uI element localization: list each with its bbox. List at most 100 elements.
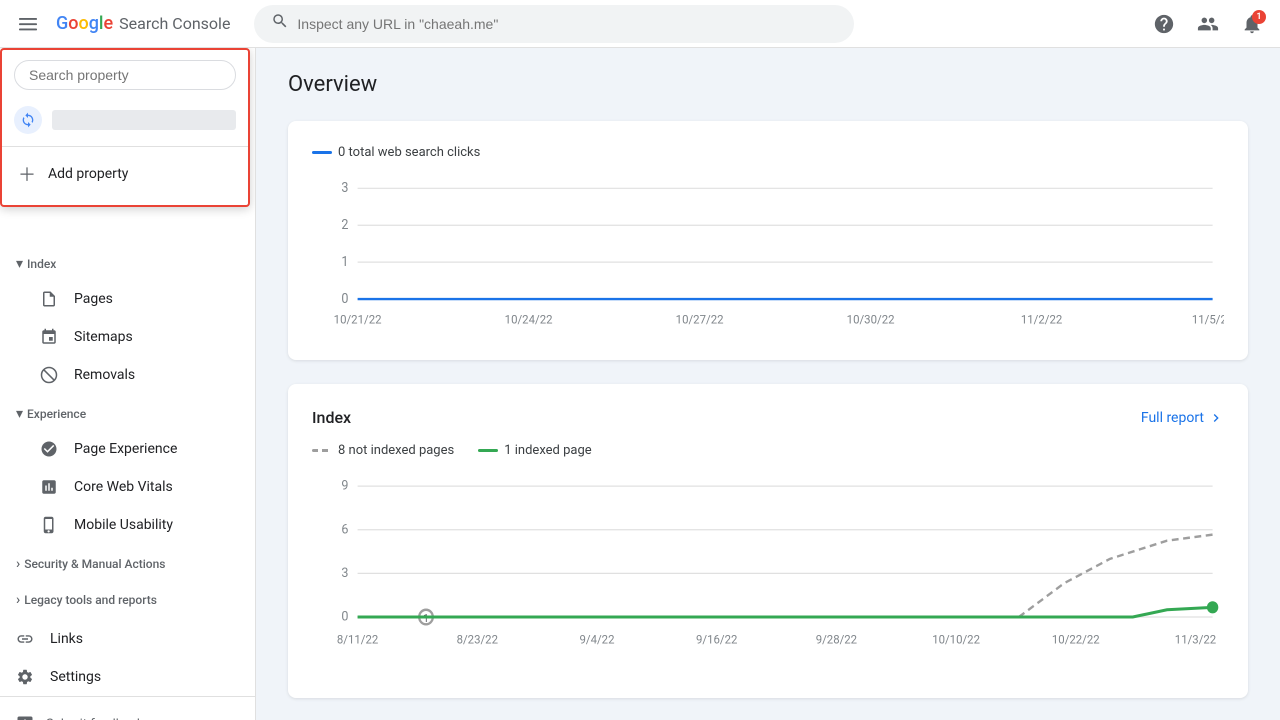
sidebar-item-core-web-vitals[interactable]: Core Web Vitals — [0, 468, 239, 506]
full-report-link[interactable]: Full report — [1141, 410, 1224, 426]
sidebar-section-experience: ▾ Experience Page Experience Core Web Vi… — [0, 398, 255, 544]
svg-text:11/3/22: 11/3/22 — [1175, 632, 1217, 646]
header-actions: 1 — [1144, 4, 1272, 44]
property-refresh-icon — [14, 106, 42, 134]
legend-item-not-indexed: 8 not indexed pages — [312, 443, 454, 458]
notifications-button[interactable]: 1 — [1232, 4, 1272, 44]
property-item-placeholder — [52, 110, 236, 130]
svg-text:10/22/22: 10/22/22 — [1052, 632, 1100, 646]
chevron-down-icon: ▾ — [16, 256, 23, 272]
add-property-button[interactable]: ＋ Add property — [2, 151, 248, 197]
svg-text:9: 9 — [341, 478, 348, 493]
url-inspect-bar[interactable] — [254, 5, 854, 43]
svg-text:9/4/22: 9/4/22 — [579, 632, 614, 646]
index-chart-svg: 9 6 3 0 1 8/11/22 8/23/22 9/4/2 — [312, 474, 1224, 674]
url-inspect-input[interactable] — [297, 16, 837, 32]
svg-text:8/23/22: 8/23/22 — [457, 632, 499, 646]
legend-label-indexed: 1 indexed page — [504, 443, 591, 458]
app-header: Google Search Console 1 — [0, 0, 1280, 48]
chevron-right-icon-legacy: › — [16, 592, 20, 608]
legend-dot-indexed — [478, 449, 498, 452]
search-bar-container[interactable] — [254, 5, 854, 43]
property-search-input[interactable] — [14, 60, 236, 90]
sidebar-item-mobile-usability[interactable]: Mobile Usability — [0, 506, 239, 544]
sidebar-item-pages[interactable]: Pages — [0, 280, 239, 318]
sidebar-section-label-legacy: Legacy tools and reports — [24, 593, 157, 607]
sidebar-section-header-legacy[interactable]: › Legacy tools and reports — [0, 584, 255, 616]
sidebar-item-removals[interactable]: Removals — [0, 356, 239, 394]
sidebar-item-page-experience[interactable]: Page Experience — [0, 430, 239, 468]
index-chart-area: 9 6 3 0 1 8/11/22 8/23/22 9/4/2 — [312, 474, 1224, 674]
help-button[interactable] — [1144, 4, 1184, 44]
index-chart-title: Index — [312, 408, 351, 427]
sidebar-item-label-core-web-vitals: Core Web Vitals — [74, 479, 173, 495]
legend-dot-clicks — [312, 151, 332, 154]
svg-text:9/16/22: 9/16/22 — [696, 632, 738, 646]
svg-text:10/24/22: 10/24/22 — [505, 312, 553, 327]
sidebar-section-label-experience: Experience — [27, 407, 86, 421]
add-property-label: Add property — [48, 166, 128, 182]
svg-text:11/2/22: 11/2/22 — [1021, 312, 1063, 327]
svg-text:6: 6 — [341, 522, 348, 537]
svg-text:0: 0 — [341, 609, 348, 624]
svg-text:3: 3 — [341, 566, 348, 581]
property-search-box — [2, 50, 248, 98]
svg-text:1: 1 — [341, 254, 348, 270]
sidebar-item-sitemaps[interactable]: Sitemaps — [0, 318, 239, 356]
logo: Google Search Console — [56, 13, 230, 34]
legend-dot-not-indexed — [312, 449, 332, 452]
chart-legend-index: 8 not indexed pages 1 indexed page — [312, 443, 1224, 458]
property-item[interactable] — [2, 98, 248, 142]
app-layout: ＋ Add property ▾ Index Pages Sitemaps — [0, 48, 1280, 720]
sidebar-section-header-security[interactable]: › Security & Manual Actions — [0, 548, 255, 580]
web-search-clicks-card: 0 total web search clicks 3 2 1 0 — [288, 121, 1248, 360]
search-icon — [271, 12, 289, 35]
svg-text:9/28/22: 9/28/22 — [816, 632, 858, 646]
sidebar: ＋ Add property ▾ Index Pages Sitemaps — [0, 48, 256, 720]
svg-text:8/11/22: 8/11/22 — [337, 632, 379, 646]
legend-label-clicks: 0 total web search clicks — [338, 145, 480, 160]
sidebar-section-security: › Security & Manual Actions — [0, 548, 255, 580]
sidebar-section-header-experience[interactable]: ▾ Experience — [0, 398, 255, 430]
property-divider — [2, 146, 248, 147]
svg-text:11/5/22: 11/5/22 — [1192, 312, 1224, 327]
sidebar-item-label-links: Links — [50, 631, 83, 647]
property-dropdown: ＋ Add property — [0, 48, 250, 207]
chevron-down-icon-exp: ▾ — [16, 406, 23, 422]
sidebar-item-label-settings: Settings — [50, 669, 101, 685]
legend-item-clicks: 0 total web search clicks — [312, 145, 480, 160]
sidebar-section-legacy: › Legacy tools and reports — [0, 584, 255, 616]
sidebar-item-label-mobile-usability: Mobile Usability — [74, 517, 173, 533]
sidebar-section-label-index: Index — [27, 257, 56, 271]
sidebar-item-links[interactable]: Links — [0, 620, 239, 658]
svg-text:10/21/22: 10/21/22 — [334, 312, 382, 327]
web-search-chart-svg: 3 2 1 0 10/21/22 10/24/22 10/27/22 10/30… — [312, 176, 1224, 336]
svg-text:10/30/22: 10/30/22 — [847, 312, 895, 327]
menu-button[interactable] — [8, 4, 48, 44]
svg-text:10/10/22: 10/10/22 — [932, 632, 980, 646]
google-logo: Google — [56, 13, 113, 34]
sidebar-bottom: Submit feedback About Search Console — [0, 696, 255, 720]
accounts-button[interactable] — [1188, 4, 1228, 44]
sidebar-item-label-pages: Pages — [74, 291, 113, 307]
index-card-header: Index Full report — [312, 408, 1224, 427]
sidebar-item-label-page-experience: Page Experience — [74, 441, 177, 457]
page-title: Overview — [288, 72, 1248, 97]
legend-label-not-indexed: 8 not indexed pages — [338, 443, 454, 458]
index-card: Index Full report 8 not indexed pages 1 … — [288, 384, 1248, 698]
full-report-label: Full report — [1141, 410, 1204, 426]
svg-text:10/27/22: 10/27/22 — [676, 312, 724, 327]
sidebar-item-settings[interactable]: Settings — [0, 658, 239, 696]
plus-icon: ＋ — [18, 161, 36, 187]
chart-legend-clicks: 0 total web search clicks — [312, 145, 1224, 160]
sidebar-item-submit-feedback[interactable]: Submit feedback — [0, 705, 255, 720]
chevron-right-icon-security: › — [16, 556, 20, 572]
sidebar-item-label-sitemaps: Sitemaps — [74, 329, 133, 345]
web-search-chart-area: 3 2 1 0 10/21/22 10/24/22 10/27/22 10/30… — [312, 176, 1224, 336]
sidebar-section-header-index[interactable]: ▾ Index — [0, 248, 255, 280]
sidebar-section-label-security: Security & Manual Actions — [24, 557, 165, 571]
sidebar-item-label-removals: Removals — [74, 367, 135, 383]
notification-badge: 1 — [1252, 10, 1266, 24]
main-content: Overview 0 total web search clicks 3 — [256, 48, 1280, 720]
sidebar-section-index: ▾ Index Pages Sitemaps Removals — [0, 248, 255, 394]
